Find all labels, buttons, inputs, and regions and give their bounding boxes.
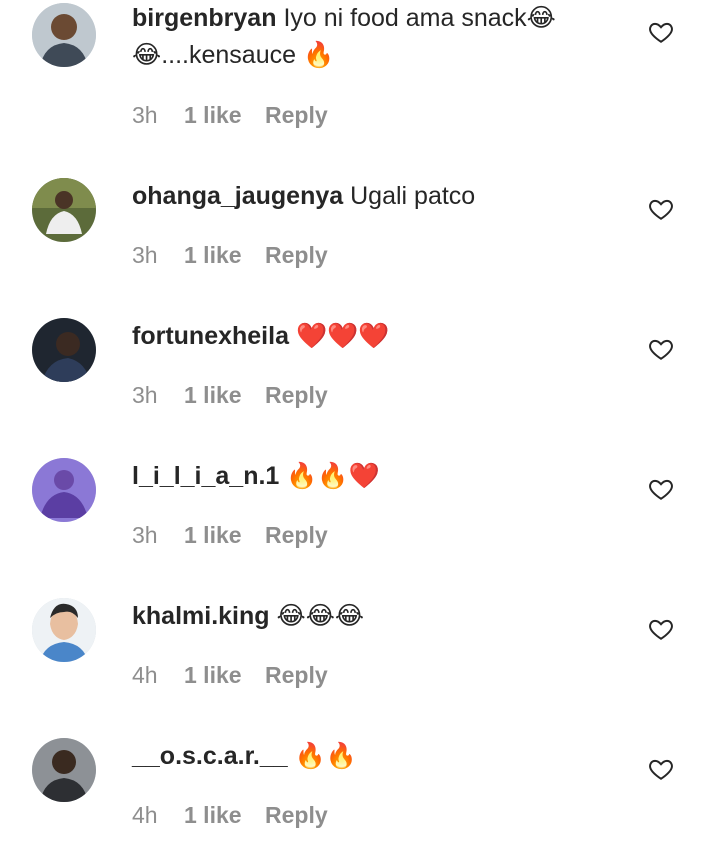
comment-likes-link[interactable]: 1 like <box>184 662 265 689</box>
comment-text: Iyo ni food ama snack😂 <box>283 4 556 32</box>
comment-text-continued: 😂....kensauce 🔥 <box>132 41 335 69</box>
comment-timestamp: 4h <box>132 802 158 828</box>
heart-icon[interactable] <box>648 476 674 502</box>
comment-likes-link[interactable]: 1 like <box>184 382 265 409</box>
comment-username[interactable]: __o.s.c.a.r.__ <box>132 742 288 770</box>
comment-meta: 3h 1 like Reply <box>132 522 328 549</box>
heart-icon[interactable] <box>648 196 674 222</box>
comment-timestamp: 3h <box>132 102 158 128</box>
comment-meta: 4h 1 like Reply <box>132 662 328 689</box>
comment-body: l_i_l_i_a_n.1 🔥🔥❤️ <box>132 458 612 495</box>
comment-meta: 3h 1 like Reply <box>132 242 328 269</box>
avatar[interactable] <box>32 318 96 382</box>
reply-button[interactable]: Reply <box>265 662 328 689</box>
comment-body: birgenbryan Iyo ni food ama snack😂 😂....… <box>132 0 612 74</box>
reply-button[interactable]: Reply <box>265 242 328 269</box>
comment-text: 🔥🔥❤️ <box>286 462 380 490</box>
comment-username[interactable]: l_i_l_i_a_n.1 <box>132 462 279 490</box>
comment-likes-link[interactable]: 1 like <box>184 802 265 829</box>
comment-timestamp: 3h <box>132 522 158 548</box>
comment-item: fortunexheila ❤️❤️❤️ 3h 1 like Reply <box>0 318 720 458</box>
comment-meta: 3h 1 like Reply <box>132 382 328 409</box>
comment-item: __o.s.c.a.r.__ 🔥🔥 4h 1 like Reply <box>0 738 720 861</box>
comment-timestamp: 4h <box>132 662 158 688</box>
comment-text: Ugali patco <box>350 182 476 210</box>
comment-username[interactable]: khalmi.king <box>132 602 270 630</box>
heart-icon[interactable] <box>648 19 674 45</box>
avatar[interactable] <box>32 598 96 662</box>
comment-timestamp: 3h <box>132 382 158 408</box>
comment-item: l_i_l_i_a_n.1 🔥🔥❤️ 3h 1 like Reply <box>0 458 720 598</box>
comment-text: ❤️❤️❤️ <box>295 322 390 350</box>
heart-icon[interactable] <box>648 336 674 362</box>
comment-likes-link[interactable]: 1 like <box>184 102 265 129</box>
comment-meta: 3h 1 like Reply <box>132 102 328 129</box>
reply-button[interactable]: Reply <box>265 102 328 129</box>
heart-icon[interactable] <box>648 616 674 642</box>
comment-likes-link[interactable]: 1 like <box>184 242 265 269</box>
avatar[interactable] <box>32 3 96 67</box>
comment-item: birgenbryan Iyo ni food ama snack😂 😂....… <box>0 0 720 140</box>
comment-timestamp: 3h <box>132 242 158 268</box>
reply-button[interactable]: Reply <box>265 382 328 409</box>
comment-body: fortunexheila ❤️❤️❤️ <box>132 318 612 355</box>
comment-username[interactable]: fortunexheila <box>132 322 289 350</box>
comment-item: ohanga_jaugenya Ugali patco 3h 1 like Re… <box>0 178 720 318</box>
reply-button[interactable]: Reply <box>265 802 328 829</box>
comment-likes-link[interactable]: 1 like <box>184 522 265 549</box>
comment-meta: 4h 1 like Reply <box>132 802 328 829</box>
comment-text: 🔥🔥 <box>294 742 357 770</box>
comment-body: ohanga_jaugenya Ugali patco <box>132 178 612 215</box>
comment-text: 😂😂😂 <box>276 602 365 630</box>
reply-button[interactable]: Reply <box>265 522 328 549</box>
comment-body: __o.s.c.a.r.__ 🔥🔥 <box>132 738 612 775</box>
heart-icon[interactable] <box>648 756 674 782</box>
avatar[interactable] <box>32 178 96 242</box>
comment-username[interactable]: ohanga_jaugenya <box>132 182 343 210</box>
comment-body: khalmi.king 😂😂😂 <box>132 598 612 635</box>
avatar[interactable] <box>32 738 96 802</box>
comment-username[interactable]: birgenbryan <box>132 4 276 32</box>
avatar[interactable] <box>32 458 96 522</box>
comment-item: khalmi.king 😂😂😂 4h 1 like Reply <box>0 598 720 738</box>
